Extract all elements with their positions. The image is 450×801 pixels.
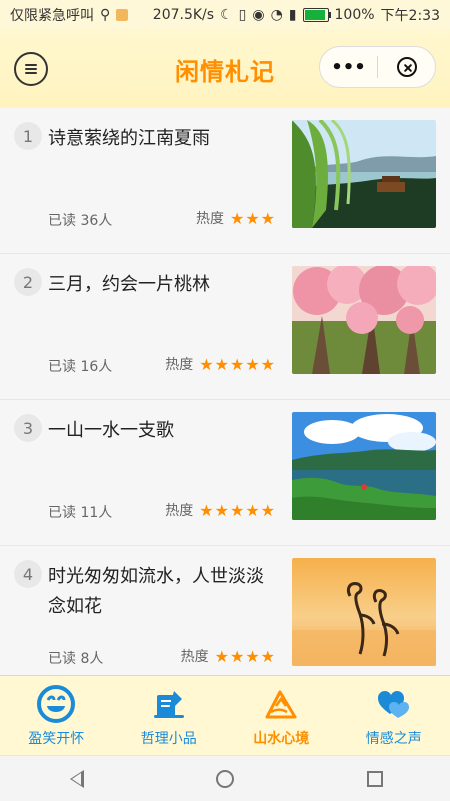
mountain-icon [265,690,297,719]
smile-icon [37,685,76,723]
vibrate-icon: ▯ [238,7,247,23]
article-index: 3 [14,414,42,442]
back-icon-inner [71,772,81,785]
article-title: 诗意萦绕的江南夏雨 [48,128,210,149]
article-title: 三月，约会一片桃林 [48,274,210,295]
eye-icon: ◉ [252,7,265,23]
star-rating: ★★★★★ [199,354,276,374]
article-index: 1 [14,122,42,150]
tab-emotion[interactable]: 情感之声 [338,676,450,756]
star-rating: ★★★★★ [199,500,276,520]
willow-lake-photo [292,120,436,228]
article-item[interactable]: 1 诗意萦绕的江南夏雨 已读 36人 热度 ★★★ [0,108,450,254]
article-meta: 已读 16人 热度 ★★★★★ [48,354,276,378]
article-title: 时光匆匆如流水，人世淡淡念如花 [48,566,264,617]
read-count: 已读 36人 [48,213,113,229]
article-item[interactable]: 4 时光匆匆如流水，人世淡淡念如花 已读 8人 热度 ★★★★ [0,546,450,675]
app-header: 闲情札记 ••• [0,30,450,109]
article-meta: 已读 36人 热度 ★★★ [48,208,276,232]
peach-blossom-photo [292,266,436,374]
star-rating: ★★★ [229,208,276,228]
more-button[interactable]: ••• [320,57,377,78]
heat-rating: 热度 ★★★★★ [165,354,276,374]
heat-label: 热度 [180,649,209,665]
android-navigation-bar [0,755,450,801]
home-icon [216,769,234,788]
read-count: 已读 16人 [48,359,113,375]
carrier-text: 仅限紧急呼叫 [10,8,94,24]
battery-icon [302,8,331,22]
notification-icon [116,9,129,21]
bottom-tab-bar: 盈笑开怀 哲理小品 山水心境 情感之声 [0,675,450,756]
read-count: 已读 11人 [48,505,113,521]
heat-rating: 热度 ★★★★★ [165,500,276,520]
tab-label: 盈笑开怀 [28,731,85,747]
tab-label: 哲理小品 [140,731,197,747]
article-index: 2 [14,268,42,296]
status-right: 207.5K/s ☾ ▯ ◉ ◔ ▮ 100% 下午2:33 [153,5,440,25]
heat-label: 热度 [165,357,194,373]
article-item[interactable]: 2 三月，约会一片桃林 已读 16人 热度 ★★★★★ [0,254,450,400]
mini-program-capsule: ••• [319,46,436,88]
tab-label: 山水心境 [253,731,310,747]
usb-icon: ⚲ [100,7,111,23]
tab-landscape[interactable]: 山水心境 [225,676,337,756]
back-button[interactable] [55,764,95,794]
notebook-icon [153,691,184,718]
article-meta: 已读 11人 热度 ★★★★★ [48,500,276,524]
recent-apps-button[interactable] [355,764,395,794]
home-button[interactable] [205,764,245,794]
status-left: 仅限紧急呼叫 ⚲ [10,5,129,25]
article-title: 一山一水一支歌 [48,420,174,441]
tab-philosophy[interactable]: 哲理小品 [113,676,225,756]
signal-icon: ▮ [288,7,297,23]
heat-rating: 热度 ★★★ [196,208,276,228]
article-meta: 已读 8人 热度 ★★★★ [48,646,276,670]
article-item[interactable]: 3 一山一水一支歌 已读 11人 热度 ★★★★★ [0,400,450,546]
heat-label: 热度 [195,211,224,227]
battery-text: 100% [334,7,375,23]
moon-icon: ☾ [220,7,233,23]
flamingo-sunset-photo [292,558,436,666]
tab-smile[interactable]: 盈笑开怀 [0,676,112,756]
recent-apps-icon [367,770,383,787]
heat-label: 热度 [165,503,194,519]
clock: 下午2:33 [380,8,440,24]
article-index: 4 [14,560,42,588]
star-rating: ★★★★ [214,646,276,666]
wifi-icon: ◔ [270,7,283,23]
read-count: 已读 8人 [48,651,104,667]
tab-label: 情感之声 [365,731,422,747]
hearts-icon [377,691,409,718]
heat-rating: 热度 ★★★★ [181,646,276,666]
lake-islands-photo [292,412,436,520]
status-bar: 仅限紧急呼叫 ⚲ 207.5K/s ☾ ▯ ◉ ◔ ▮ 100% 下午2:33 [0,0,450,30]
article-list: 1 诗意萦绕的江南夏雨 已读 36人 热度 ★★★ 2 三月，约会一片桃林 已读… [0,108,450,675]
network-speed: 207.5K/s [152,7,215,23]
close-button[interactable] [378,57,435,77]
close-icon [396,57,417,77]
